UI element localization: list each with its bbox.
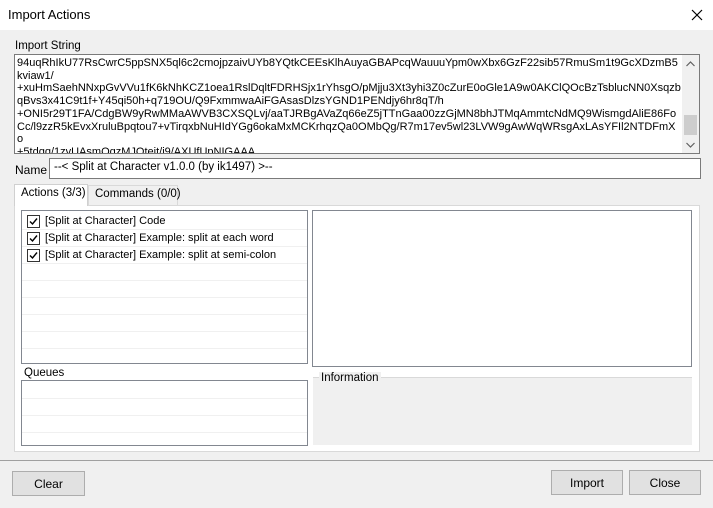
row-divider [22, 398, 307, 399]
empty-row [22, 349, 307, 363]
chevron-up-icon[interactable] [682, 55, 699, 72]
actions-list[interactable]: [Split at Character] Code [Split at Char… [21, 210, 308, 364]
action-label: [Split at Character] Code [45, 215, 166, 227]
import-string-label: Import String [15, 40, 81, 52]
window-title: Import Actions [8, 7, 91, 22]
checkbox[interactable] [27, 249, 40, 262]
clear-button[interactable]: Clear [12, 471, 85, 496]
import-string-scrollbar[interactable] [682, 55, 699, 153]
checkmark-icon [29, 252, 38, 260]
row-divider [22, 415, 307, 416]
tab-actions[interactable]: Actions (3/3) [14, 184, 88, 206]
empty-row [22, 315, 307, 332]
empty-row [22, 281, 307, 298]
checkbox[interactable] [27, 215, 40, 228]
title-bar [0, 0, 713, 30]
footer-divider [0, 460, 713, 461]
checkbox[interactable] [27, 232, 40, 245]
close-button[interactable]: Close [629, 470, 701, 495]
list-item[interactable]: [Split at Character] Example: split at e… [22, 230, 307, 247]
tab-commands[interactable]: Commands (0/0) [88, 185, 181, 205]
information-label: Information [319, 372, 381, 384]
chevron-down-icon[interactable] [682, 136, 699, 153]
action-label: [Split at Character] Example: split at e… [45, 232, 274, 244]
import-button[interactable]: Import [551, 470, 623, 495]
name-label: Name [15, 163, 48, 177]
queues-list[interactable] [21, 380, 308, 446]
action-detail-pane[interactable] [312, 210, 692, 367]
scrollbar-thumb[interactable] [684, 115, 697, 135]
checkmark-icon [29, 218, 38, 226]
import-string-value[interactable]: 94uqRhIkU77RsCwrC5ppSNX5ql6c2cmojpzaivUY… [17, 57, 681, 153]
action-label: [Split at Character] Example: split at s… [45, 249, 277, 261]
list-item[interactable]: [Split at Character] Example: split at s… [22, 247, 307, 264]
close-icon[interactable] [681, 2, 713, 28]
empty-row [22, 298, 307, 315]
information-group [313, 377, 692, 445]
empty-row [22, 264, 307, 281]
queues-label: Queues [24, 367, 65, 379]
list-item[interactable]: [Split at Character] Code [22, 213, 307, 230]
row-divider [22, 432, 307, 433]
import-string-textarea[interactable]: 94uqRhIkU77RsCwrC5ppSNX5ql6c2cmojpzaivUY… [14, 54, 700, 154]
name-field[interactable]: --< Split at Character v1.0.0 (by ik1497… [49, 158, 701, 179]
empty-row [22, 332, 307, 349]
checkmark-icon [29, 235, 38, 243]
